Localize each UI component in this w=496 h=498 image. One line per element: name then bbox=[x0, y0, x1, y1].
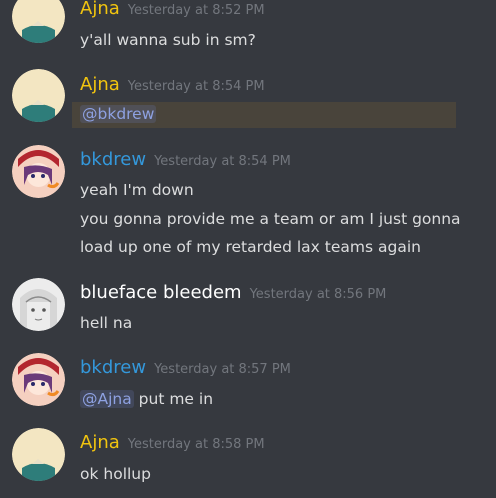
user-mention[interactable]: @bkdrew bbox=[80, 105, 157, 123]
author-name[interactable]: Ajna bbox=[80, 0, 120, 19]
message-text: @bkdrew bbox=[80, 105, 157, 123]
avatar-ajna[interactable] bbox=[12, 428, 65, 481]
username[interactable]: Ajna Yesterday at 8:54 PM bbox=[80, 74, 265, 95]
timestamp: Yesterday at 8:54 PM bbox=[127, 79, 265, 94]
message-text: ok hollup bbox=[80, 465, 151, 483]
username[interactable]: bkdrew Yesterday at 8:54 PM bbox=[80, 149, 291, 170]
author-name[interactable]: bkdrew bbox=[80, 149, 146, 170]
message-text: @Ajna put me in bbox=[80, 390, 213, 408]
timestamp: Yesterday at 8:56 PM bbox=[249, 287, 387, 302]
message-text: hell na bbox=[80, 314, 133, 332]
message-text: y'all wanna sub in sm? bbox=[80, 31, 256, 49]
timestamp: Yesterday at 8:54 PM bbox=[154, 154, 291, 169]
author-name[interactable]: Ajna bbox=[80, 432, 120, 453]
timestamp: Yesterday at 8:52 PM bbox=[127, 3, 265, 18]
avatar-blueface[interactable] bbox=[12, 278, 65, 331]
user-mention[interactable]: @Ajna bbox=[80, 390, 134, 408]
author-name[interactable]: bkdrew bbox=[80, 357, 146, 378]
author-name[interactable]: blueface bleedem bbox=[80, 282, 242, 303]
username[interactable]: Ajna Yesterday at 8:52 PM bbox=[80, 0, 265, 19]
timestamp: Yesterday at 8:58 PM bbox=[127, 437, 265, 452]
avatar-ajna[interactable] bbox=[12, 69, 65, 122]
avatar-ajna[interactable] bbox=[12, 0, 65, 43]
author-name[interactable]: Ajna bbox=[80, 74, 120, 95]
avatar-bkdrew[interactable] bbox=[12, 145, 65, 198]
message-text: you gonna provide me a team or am I just… bbox=[80, 210, 461, 228]
username[interactable]: Ajna Yesterday at 8:58 PM bbox=[80, 432, 265, 453]
avatar-bkdrew[interactable] bbox=[12, 353, 65, 406]
username[interactable]: bkdrew Yesterday at 8:57 PM bbox=[80, 357, 291, 378]
username[interactable]: blueface bleedem Yesterday at 8:56 PM bbox=[80, 282, 386, 303]
timestamp: Yesterday at 8:57 PM bbox=[154, 362, 291, 377]
message-text: yeah I'm down bbox=[80, 181, 194, 199]
message-text: load up one of my retarded lax teams aga… bbox=[80, 238, 421, 256]
message-text-rest: put me in bbox=[133, 390, 214, 408]
